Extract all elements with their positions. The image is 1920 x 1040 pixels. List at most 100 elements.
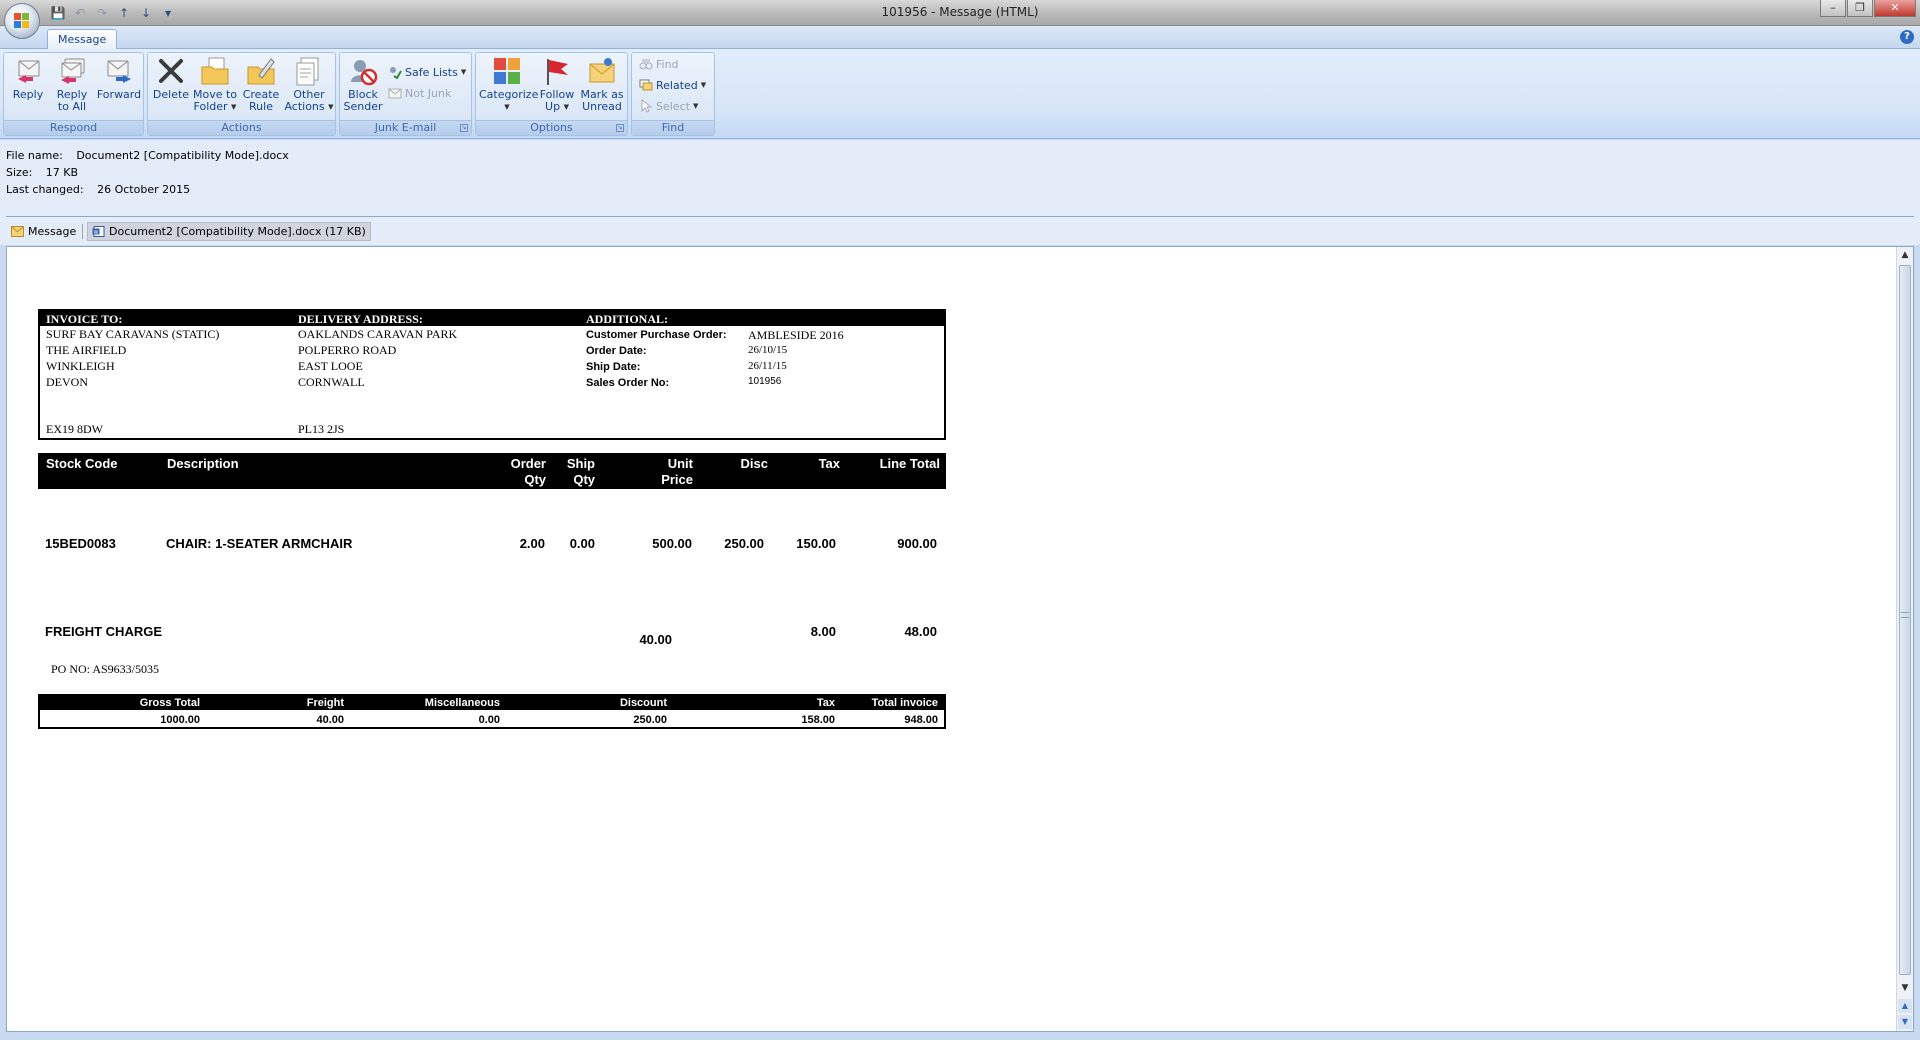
col-tax: Tax xyxy=(818,456,840,471)
block-sender-button[interactable]: Block Sender xyxy=(343,55,383,113)
not-junk-label: Not Junk xyxy=(405,86,452,100)
next-page-icon[interactable]: ▼ xyxy=(1898,1015,1912,1029)
attachment-separator xyxy=(82,224,83,239)
file-name-value: Document2 [Compatibility Mode].docx xyxy=(76,149,289,162)
tab-message[interactable]: Message xyxy=(47,29,118,50)
totals-freight-header: Freight xyxy=(306,697,344,709)
invoice-document: INVOICE TO: DELIVERY ADDRESS: ADDITIONAL… xyxy=(7,247,1887,1031)
minimize-button[interactable]: – xyxy=(1820,0,1846,17)
attachment-strip: Message W Document2 [Compatibility Mode]… xyxy=(0,218,1920,245)
document-attachment-tab[interactable]: W Document2 [Compatibility Mode].docx (1… xyxy=(87,222,371,241)
col-order-qty: Order Qty xyxy=(496,456,546,488)
vertical-scrollbar[interactable]: ▲ ▼ ▲ ▼ xyxy=(1896,247,1913,1031)
categorize-icon xyxy=(494,58,520,84)
invoice-to-postcode: EX19 8DW xyxy=(46,422,103,436)
delivery-postcode: PL13 2JS xyxy=(298,422,345,436)
options-group-label: Options xyxy=(476,120,627,135)
delete-icon xyxy=(159,59,183,83)
safe-lists-button[interactable]: Safe Lists ▼ xyxy=(388,63,466,81)
respond-group-label: Respond xyxy=(4,120,143,135)
header-divider xyxy=(6,216,1914,217)
scroll-thumb[interactable] xyxy=(1899,265,1911,975)
sales-order-label: Sales Order No: xyxy=(586,377,670,389)
col-ship-qty-2: Qty xyxy=(573,472,595,487)
junk-email-group: Block Sender Safe Lists ▼ Not Junk Junk … xyxy=(339,52,472,136)
size-row: Size: 17 KB xyxy=(6,166,78,179)
close-button[interactable]: ✕ xyxy=(1874,0,1916,17)
word-document-icon: W xyxy=(92,226,105,237)
dropdown-arrow-icon: ▼ xyxy=(328,103,334,111)
scroll-down-arrow-icon[interactable]: ▼ xyxy=(1899,982,1911,994)
ribbon: Reply Reply to All Forward Respond Delet… xyxy=(0,49,1920,139)
not-junk-button[interactable]: Not Junk xyxy=(388,84,451,102)
follow-label-2: Up xyxy=(545,100,561,113)
item-description: CHAIR: 1-SEATER ARMCHAIR xyxy=(166,536,353,551)
order-date-label: Order Date: xyxy=(586,345,647,357)
create-rule-icon xyxy=(247,58,275,85)
attachment-info-panel: File name: Document2 [Compatibility Mode… xyxy=(0,140,1920,218)
totals-freight-value: 40.00 xyxy=(316,714,344,726)
last-changed-label: Last changed: xyxy=(6,183,84,196)
dropdown-arrow-icon: ▼ xyxy=(692,102,699,110)
other-actions-button[interactable]: Other Actions ▼ xyxy=(284,55,334,113)
forward-label: Forward xyxy=(96,88,142,101)
line-items-header: Stock Code Description Order Qty Ship Qt… xyxy=(38,453,946,489)
col-ship-qty-1: Ship xyxy=(566,456,595,471)
office-button[interactable] xyxy=(4,3,40,39)
forward-button[interactable]: Forward xyxy=(96,55,142,101)
delete-button[interactable]: Delete xyxy=(152,55,190,101)
address-box: INVOICE TO: DELIVERY ADDRESS: ADDITIONAL… xyxy=(38,309,946,440)
scroll-grip-icon xyxy=(1901,612,1909,618)
address-header-bar: INVOICE TO: DELIVERY ADDRESS: ADDITIONAL… xyxy=(40,311,944,326)
last-changed-row: Last changed: 26 October 2015 xyxy=(6,183,190,196)
last-changed-value: 26 October 2015 xyxy=(97,183,191,196)
window-controls: – ❐ ✕ xyxy=(1820,0,1916,17)
create-rule-button[interactable]: Create Rule xyxy=(240,55,282,113)
categorize-label: Categorize xyxy=(479,88,539,101)
block-sender-icon xyxy=(351,60,378,86)
junk-email-options-launcher-icon[interactable]: ↘ xyxy=(460,124,468,132)
find-button[interactable]: Find xyxy=(639,55,679,73)
scroll-up-arrow-icon[interactable]: ▲ xyxy=(1899,249,1911,261)
categorize-button[interactable]: Categorize ▼ xyxy=(479,55,539,113)
item-tax: 150.00 xyxy=(796,536,836,551)
totals-tax-header: Tax xyxy=(816,697,835,709)
previous-page-icon[interactable]: ▲ xyxy=(1898,999,1912,1013)
move-to-folder-button[interactable]: Move to Folder ▼ xyxy=(192,55,238,113)
delivery-heading: DELIVERY ADDRESS: xyxy=(298,312,423,326)
select-button[interactable]: Select ▼ xyxy=(639,97,698,115)
actions-group: Delete Move to Folder ▼ Create Rule Othe… xyxy=(147,52,336,136)
respond-group: Reply Reply to All Forward Respond xyxy=(3,52,144,136)
mark-as-unread-icon xyxy=(589,58,615,83)
dropdown-arrow-icon: ▼ xyxy=(563,103,569,111)
related-button[interactable]: Related ▼ xyxy=(639,76,706,94)
safe-lists-icon xyxy=(390,67,402,79)
find-label: Find xyxy=(656,57,679,71)
move-label-2: Folder xyxy=(193,100,228,113)
reply-button[interactable]: Reply xyxy=(8,55,48,101)
mark-label-2: Unread xyxy=(582,100,622,113)
invoice-to-heading: INVOICE TO: xyxy=(46,312,123,326)
message-attachment-tab[interactable]: Message xyxy=(7,222,80,241)
totals-misc-header: Miscellaneous xyxy=(424,697,500,709)
not-junk-icon xyxy=(388,88,402,99)
ship-date-value: 26/11/15 xyxy=(748,360,787,372)
select-label: Select xyxy=(656,99,690,113)
options-launcher-icon[interactable]: ↘ xyxy=(616,124,624,132)
file-name-label: File name: xyxy=(6,149,63,162)
col-disc: Disc xyxy=(740,456,768,471)
mark-as-unread-button[interactable]: Mark as Unread xyxy=(579,55,625,113)
reply-all-button[interactable]: Reply to All xyxy=(51,55,93,113)
follow-up-button[interactable]: Follow Up ▼ xyxy=(537,55,577,113)
sales-order-value: 101956 xyxy=(748,376,782,387)
help-icon[interactable]: ? xyxy=(1900,30,1914,44)
totals-total-value: 948.00 xyxy=(904,714,938,726)
dropdown-arrow-icon: ▼ xyxy=(231,103,237,111)
reply-all-label-2: to All xyxy=(57,100,87,113)
document-tab-label: Document2 [Compatibility Mode].docx (17 … xyxy=(109,225,366,238)
item-unit-price: 500.00 xyxy=(652,536,692,551)
item-ship-qty: 0.00 xyxy=(569,536,595,551)
col-order-qty-1: Order xyxy=(510,456,546,471)
order-date-value: 26/10/15 xyxy=(748,344,788,356)
restore-button[interactable]: ❐ xyxy=(1847,0,1873,17)
